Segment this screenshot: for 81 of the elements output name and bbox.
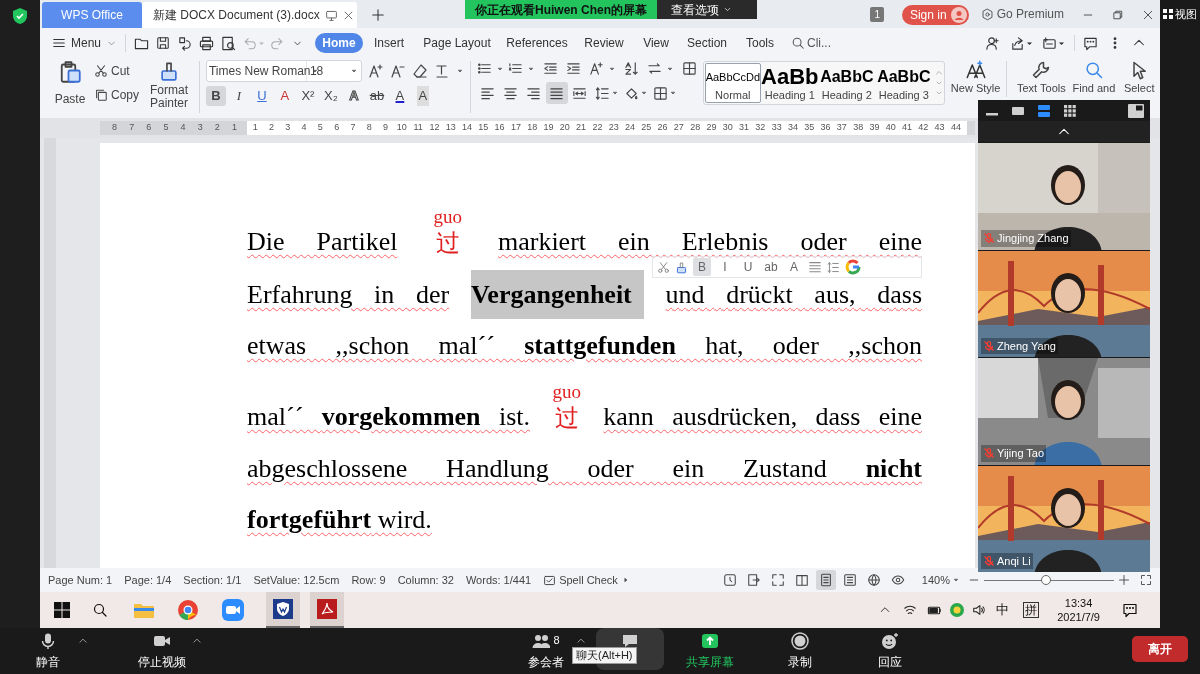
text-run: Die Partikel: [247, 227, 398, 256]
ruler-number: 3: [197, 121, 203, 135]
tab-title: 新建 DOCX Document (3).docx: [153, 7, 320, 24]
ruler-number: 9: [382, 121, 390, 135]
ruler-number: 4: [300, 121, 308, 135]
text-run: fortgeführt wird.: [247, 505, 432, 534]
participant-name: Yijing Tao: [997, 446, 1045, 462]
selected-text: Vergangenheit: [470, 270, 644, 319]
pinyin-text: guo: [552, 383, 581, 401]
ruler-number: 29: [705, 121, 718, 135]
ruler-number: 32: [754, 121, 767, 135]
text-run: Erfahrung in der: [247, 280, 450, 309]
ruler-number: 19: [542, 121, 555, 135]
status-text: Column: 32: [397, 572, 454, 588]
ruler-number: 18: [526, 121, 539, 135]
ruler-number: 35: [803, 121, 816, 135]
text-run: und drückt aus, dass: [665, 280, 922, 309]
ruler-number: 4: [180, 121, 186, 135]
ruler-number: 30: [721, 121, 734, 135]
ruler-number: 28: [689, 121, 702, 135]
ruler-number: 7: [349, 121, 357, 135]
participant-name: Zheng Yang: [997, 338, 1056, 354]
ruler-number: 6: [333, 121, 341, 135]
ruler-number: 20: [558, 121, 571, 135]
text-run: kann ausdrücken, dass eine: [603, 402, 922, 431]
ruler-number: 41: [901, 121, 914, 135]
ruler-number: 38: [852, 121, 865, 135]
hanzi-text: 过: [554, 404, 579, 433]
ruler-number: 2: [214, 121, 220, 135]
ruler-number: 6: [146, 121, 152, 135]
status-text: Page: 1/4: [124, 572, 172, 588]
status-text: SetValue: 12.5cm: [253, 572, 340, 588]
ruler-number: 8: [112, 121, 118, 135]
text-run: abgeschlossene Handlung oder ein Zustand nicht: [247, 454, 922, 483]
ruler-number: 17: [509, 121, 522, 135]
ruler-number: 37: [835, 121, 848, 135]
ruler-number: 33: [770, 121, 783, 135]
ruler-number: 11: [412, 121, 424, 135]
sharing-notice: 你正在观看Huiwen Chen的屏幕: [465, 0, 657, 19]
ruler-number: 3: [284, 121, 292, 135]
ruler-number: 24: [623, 121, 636, 135]
hanzi-text: 过: [435, 229, 460, 258]
ruler-number: 12: [428, 121, 441, 135]
text-run: mal´´ vorgekommen ist.: [247, 402, 531, 431]
ruler-number: 1: [231, 121, 237, 135]
ruler-number: 43: [933, 121, 946, 135]
status-text: Section: 1/1: [183, 572, 242, 588]
ruler-number: 7: [129, 121, 135, 135]
ruler-number: 15: [477, 121, 490, 135]
text-run: markiert ein Erlebnis oder eine: [497, 227, 922, 256]
ruler-number: 26: [656, 121, 669, 135]
ruler-number: 40: [884, 121, 897, 135]
ruler-number: 25: [640, 121, 653, 135]
ruler-number: 27: [672, 121, 685, 135]
ruler-number: 42: [917, 121, 930, 135]
ruler-number: 21: [575, 121, 588, 135]
status-text: Words: 1/441: [465, 572, 532, 588]
ruler-number: 36: [819, 121, 832, 135]
ruler-number: 16: [493, 121, 506, 135]
text-run: etwas ,,schon mal´´ stattgefunden hat, oder ,,schon: [247, 331, 922, 360]
ruler-number: 22: [591, 121, 604, 135]
status-text: Page Num: 1: [48, 572, 113, 588]
ruler-number: 39: [868, 121, 881, 135]
participant-name: Jingjing Zhang: [997, 231, 1069, 247]
status-text: Row: 9: [351, 572, 386, 588]
ruler-number: 31: [738, 121, 751, 135]
pinyin-text: guo: [433, 208, 462, 226]
ruler-number: 5: [163, 121, 169, 135]
ruler-number: 2: [267, 121, 275, 135]
participant-count: 8: [553, 633, 560, 648]
ruler-number: 23: [607, 121, 620, 135]
ruler-number: 8: [365, 121, 373, 135]
ruler-number: 34: [786, 121, 799, 135]
ruler-number: 1: [251, 121, 259, 135]
tooltip: 聊天(Alt+H): [572, 647, 637, 664]
ruler-number: 10: [395, 121, 408, 135]
ruler-number: 14: [461, 121, 473, 135]
ruler-number: 5: [316, 121, 324, 135]
ruler-number: 13: [444, 121, 457, 135]
participant-name: Anqi Li: [997, 553, 1031, 569]
ruler-number: 44: [949, 121, 962, 135]
